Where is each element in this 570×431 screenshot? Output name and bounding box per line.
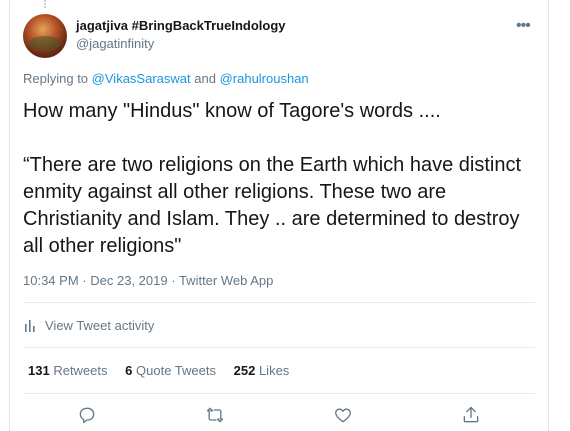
divider — [23, 347, 535, 348]
tweet-actions — [0, 405, 570, 431]
replying-to-and: and — [194, 71, 216, 86]
tweet-time[interactable]: 10:34 PM — [23, 273, 79, 288]
likes-label: Likes — [258, 363, 290, 378]
avatar[interactable] — [23, 14, 67, 58]
likes-count: 252 — [233, 363, 256, 378]
thread-connector — [44, 0, 46, 8]
divider — [23, 302, 535, 303]
retweet-button[interactable] — [205, 405, 227, 427]
view-activity-label: View Tweet activity — [45, 318, 155, 333]
share-button[interactable] — [461, 405, 483, 427]
share-icon — [463, 406, 479, 423]
reply-button[interactable] — [77, 405, 99, 427]
heart-icon — [335, 408, 351, 423]
retweets-stat[interactable]: 131 Retweets — [28, 363, 111, 378]
tweet-text-quote: “There are two religions on the Earth wh… — [23, 154, 522, 257]
retweets-label: Retweets — [53, 363, 108, 378]
likes-stat[interactable]: 252 Likes — [234, 363, 290, 378]
tweet-text: How many "Hindus" know of Tagore's words… — [23, 98, 538, 260]
author-handle[interactable]: @jagatinfinity — [76, 36, 154, 51]
tweet-text-line: How many "Hindus" know of Tagore's words… — [23, 100, 441, 122]
reply-icon — [79, 407, 95, 424]
tweet-source[interactable]: Twitter Web App — [179, 273, 273, 288]
quote-tweets-stat[interactable]: 6 Quote Tweets — [125, 363, 219, 378]
engagement-stats: 131 Retweets 6 Quote Tweets 252 Likes — [28, 363, 303, 378]
divider — [23, 393, 535, 394]
replying-to: Replying to @VikasSaraswat and @rahulrou… — [23, 71, 309, 86]
view-activity-link[interactable]: View Tweet activity — [23, 318, 154, 333]
meta-separator: · — [82, 273, 87, 288]
retweets-count: 131 — [28, 363, 50, 378]
more-options-icon[interactable]: ••• — [516, 17, 531, 35]
meta-separator: · — [171, 273, 176, 288]
author-display-name[interactable]: jagatjiva #BringBackTrueIndology — [76, 18, 286, 33]
replying-to-label: Replying to — [23, 71, 89, 86]
bar-chart-icon — [25, 319, 35, 332]
retweet-icon — [206, 407, 224, 423]
like-button[interactable] — [333, 405, 355, 427]
mention-link[interactable]: @VikasSaraswat — [92, 71, 191, 86]
tweet-meta: 10:34 PM · Dec 23, 2019 · Twitter Web Ap… — [23, 273, 273, 288]
tweet-date[interactable]: Dec 23, 2019 — [90, 273, 167, 288]
quotes-label: Quote Tweets — [136, 363, 216, 378]
mention-link[interactable]: @rahulroushan — [220, 71, 309, 86]
quotes-count: 6 — [125, 363, 133, 378]
